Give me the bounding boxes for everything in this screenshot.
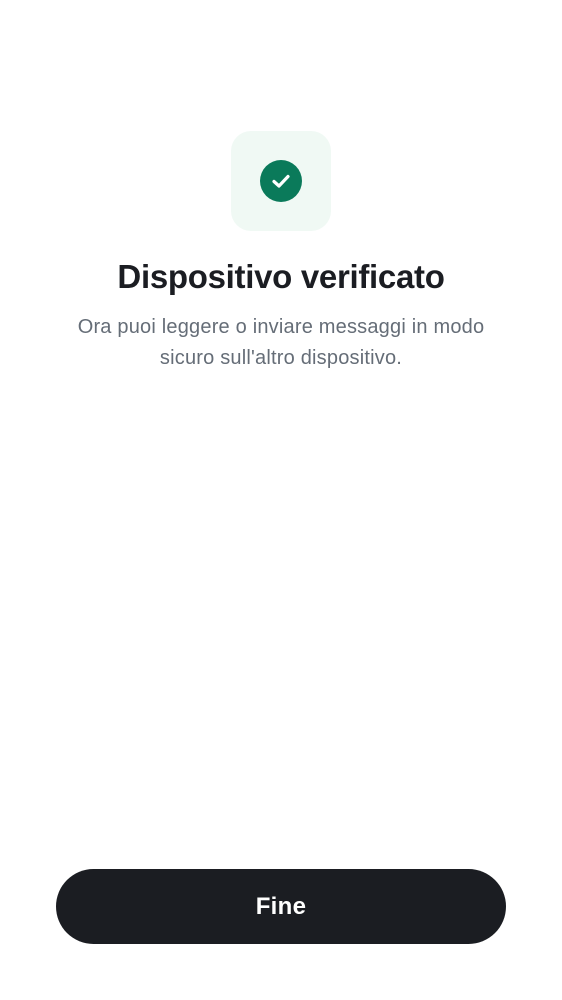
checkmark-icon [272,174,290,188]
verification-complete-screen: Dispositivo verificato Ora puoi leggere … [0,0,562,1000]
success-icon-tile [231,131,331,231]
page-description: Ora puoi leggere o inviare messaggi in m… [77,316,485,369]
page-title: Dispositivo verificato [117,258,445,295]
check-circle-icon [260,160,302,202]
done-button[interactable]: Fine [56,869,506,944]
